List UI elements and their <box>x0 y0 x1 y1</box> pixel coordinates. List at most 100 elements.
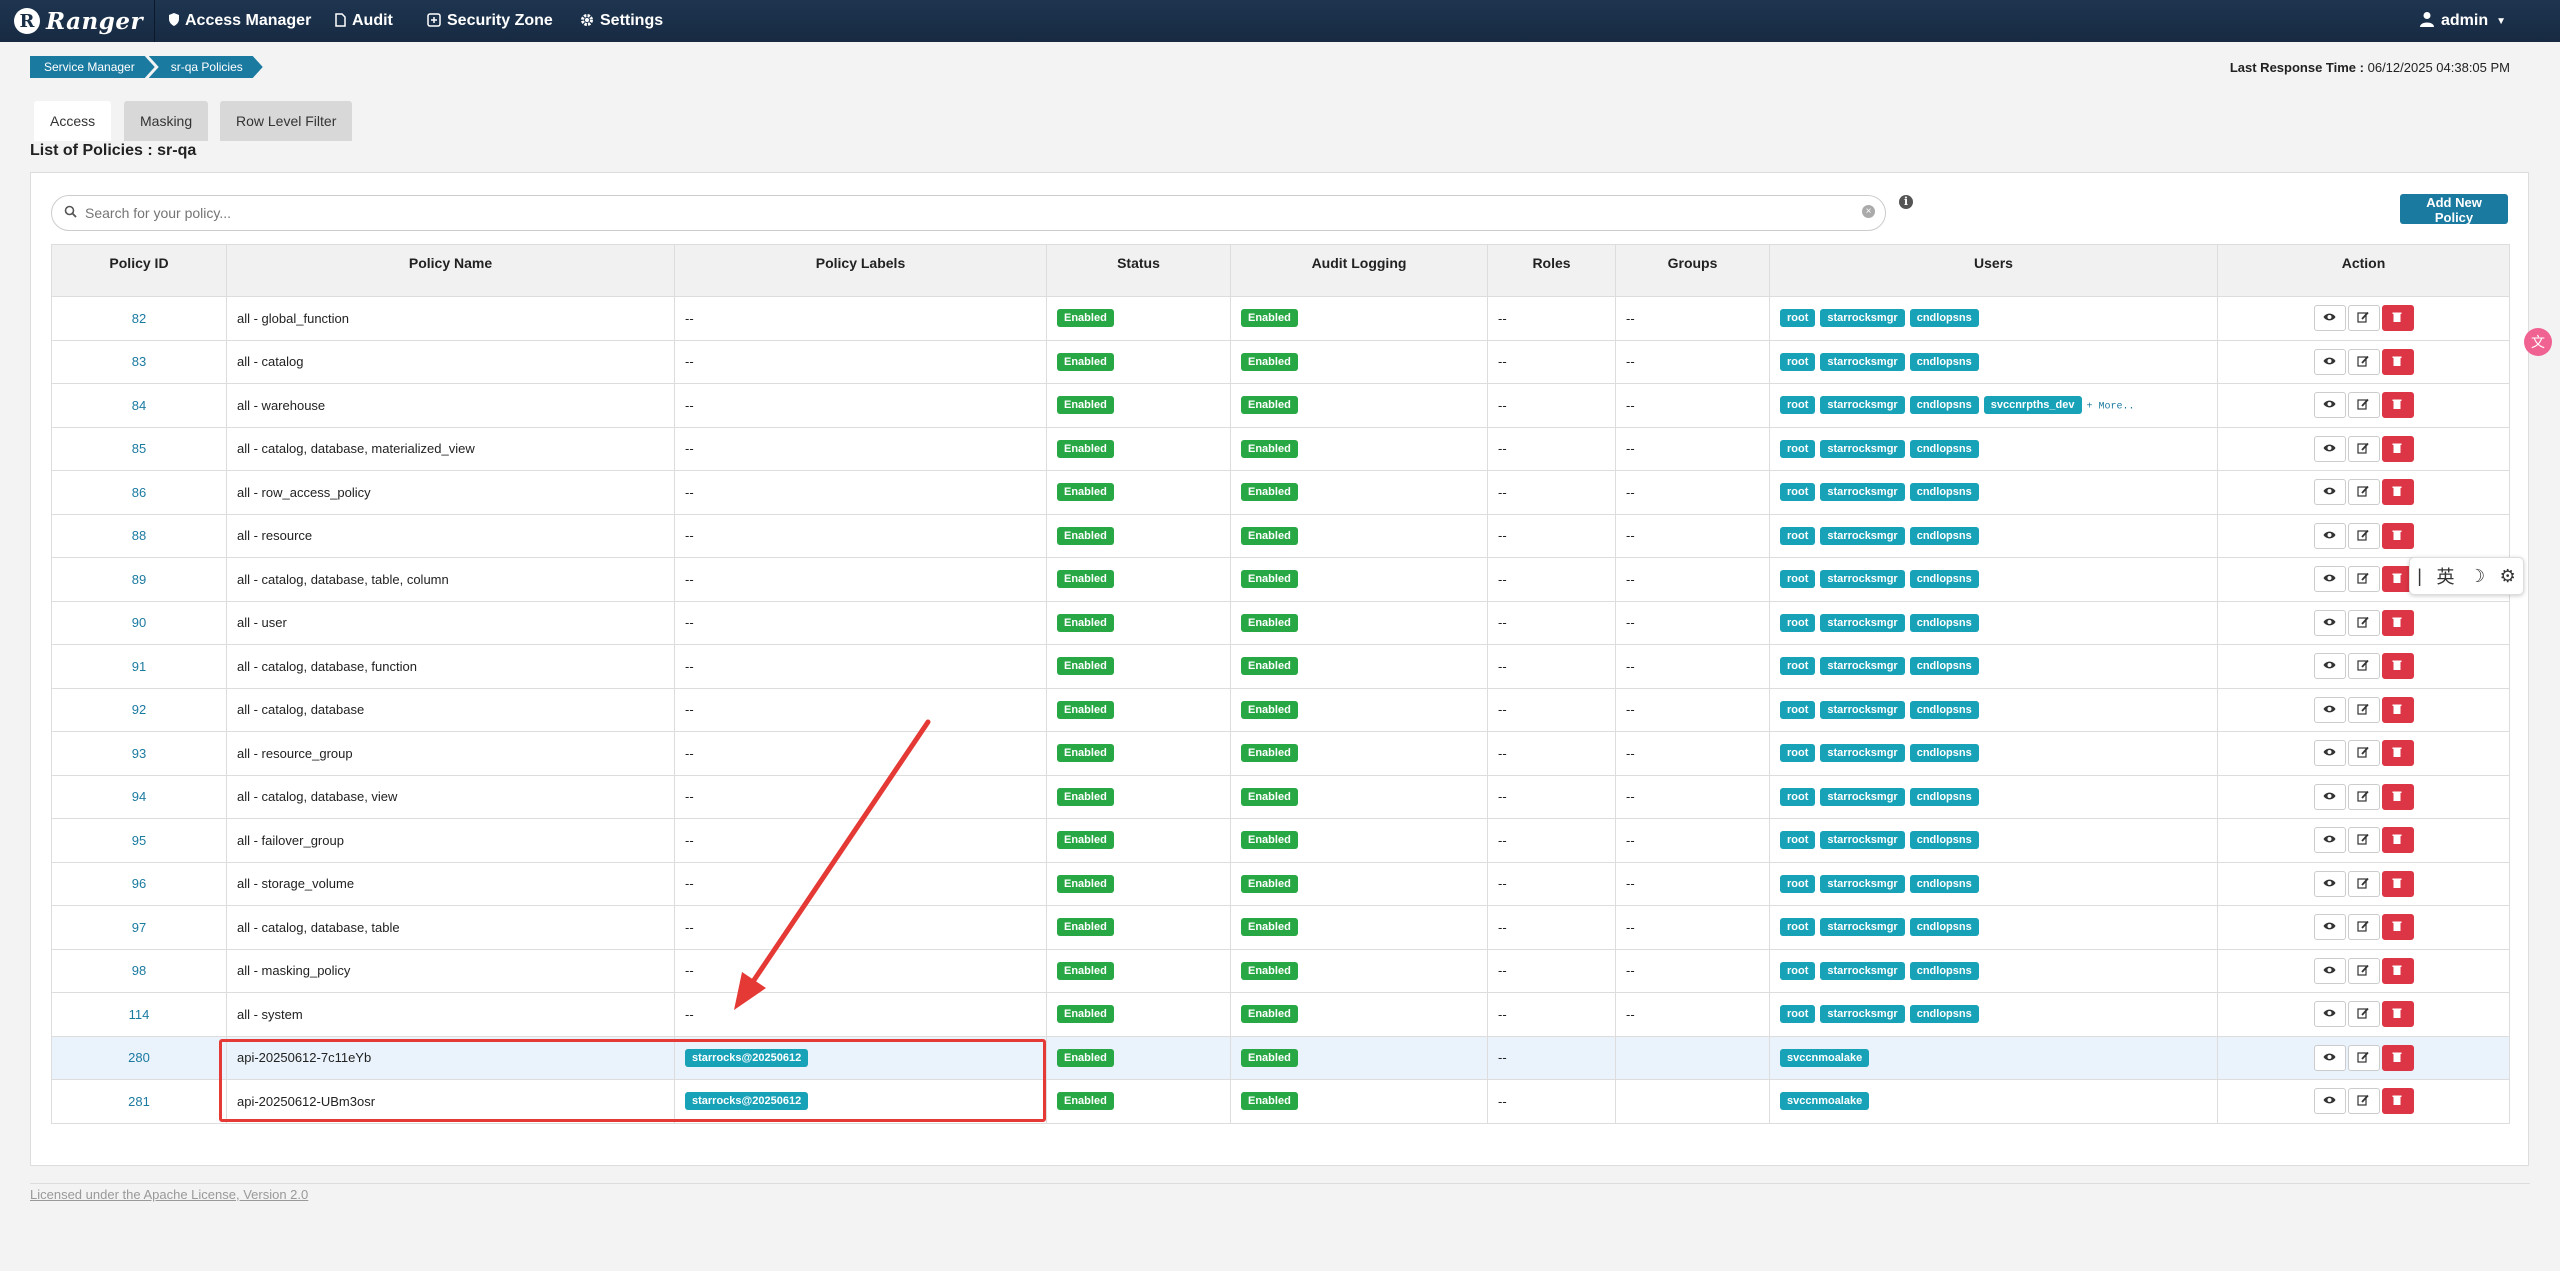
license-link[interactable]: Licensed under the Apache License, Versi… <box>30 1187 308 1202</box>
search-input[interactable] <box>83 204 1847 222</box>
edit-policy-button[interactable] <box>2347 609 2380 636</box>
tab-masking[interactable]: Masking <box>124 101 209 141</box>
policy-id-link[interactable]: 92 <box>51 687 227 732</box>
edit-policy-button[interactable] <box>2347 957 2380 984</box>
policy-id-link[interactable]: 82 <box>51 296 227 341</box>
view-policy-button[interactable] <box>2313 348 2346 375</box>
policy-id-link[interactable]: 97 <box>51 905 227 950</box>
edit-policy-button[interactable] <box>2347 566 2380 593</box>
delete-policy-button[interactable] <box>2381 870 2414 897</box>
delete-policy-button[interactable] <box>2381 740 2414 767</box>
policy-id-link[interactable]: 98 <box>51 948 227 993</box>
ime-language-toggle[interactable]: 英 <box>2436 563 2454 589</box>
ime-cursor-icon[interactable]: | <box>2417 566 2422 587</box>
view-policy-button[interactable] <box>2313 957 2346 984</box>
policy-id-link[interactable]: 281 <box>51 1079 227 1124</box>
view-policy-button[interactable] <box>2313 479 2346 506</box>
ime-gear-icon[interactable]: ⚙ <box>2500 566 2516 587</box>
view-policy-button[interactable] <box>2313 914 2346 941</box>
policy-id-link[interactable]: 91 <box>51 644 227 689</box>
view-policy-button[interactable] <box>2313 1088 2346 1115</box>
policy-id-link[interactable]: 83 <box>51 339 227 384</box>
nav-audit[interactable]: Audit <box>335 0 393 42</box>
edit-policy-button[interactable] <box>2347 435 2380 462</box>
edit-policy-button[interactable] <box>2347 479 2380 506</box>
tab-access[interactable]: Access <box>34 101 112 141</box>
delete-policy-button[interactable] <box>2381 827 2414 854</box>
edit-policy-button[interactable] <box>2347 740 2380 767</box>
edit-policy-button[interactable] <box>2347 348 2380 375</box>
edit-policy-button[interactable] <box>2347 696 2380 723</box>
nav-security-zone[interactable]: Security Zone <box>427 0 553 42</box>
view-policy-button[interactable] <box>2313 609 2346 636</box>
policy-id-link[interactable]: 280 <box>51 1035 227 1080</box>
user-menu[interactable]: admin ▼ <box>2419 0 2506 42</box>
edit-policy-button[interactable] <box>2347 1044 2380 1071</box>
edit-policy-button[interactable] <box>2347 870 2380 897</box>
delete-policy-button[interactable] <box>2381 609 2414 636</box>
view-policy-button[interactable] <box>2313 653 2346 680</box>
delete-policy-button[interactable] <box>2381 435 2414 462</box>
delete-policy-button[interactable] <box>2381 653 2414 680</box>
delete-policy-button[interactable] <box>2381 305 2414 332</box>
view-policy-button[interactable] <box>2313 522 2346 549</box>
view-policy-button[interactable] <box>2313 783 2346 810</box>
search-box[interactable]: × <box>51 195 1886 231</box>
policy-id-link[interactable]: 95 <box>51 818 227 863</box>
edit-policy-button[interactable] <box>2347 827 2380 854</box>
delete-policy-button[interactable] <box>2381 957 2414 984</box>
delete-policy-button[interactable] <box>2381 522 2414 549</box>
policy-id-link[interactable]: 93 <box>51 731 227 776</box>
view-policy-button[interactable] <box>2313 827 2346 854</box>
more-users-link[interactable]: + More.. <box>2087 402 2135 413</box>
view-policy-button[interactable] <box>2313 740 2346 767</box>
view-policy-button[interactable] <box>2313 696 2346 723</box>
info-icon[interactable]: i <box>1899 195 1913 209</box>
edit-policy-button[interactable] <box>2347 653 2380 680</box>
translate-icon[interactable]: 文 <box>2524 328 2552 356</box>
policy-id-link[interactable]: 84 <box>51 383 227 428</box>
delete-policy-button[interactable] <box>2381 348 2414 375</box>
view-policy-button[interactable] <box>2313 435 2346 462</box>
view-policy-button[interactable] <box>2313 1001 2346 1028</box>
policy-id-link[interactable]: 89 <box>51 557 227 602</box>
edit-policy-button[interactable] <box>2347 914 2380 941</box>
brand[interactable]: R Ranger <box>14 4 143 38</box>
delete-policy-button[interactable] <box>2381 696 2414 723</box>
delete-policy-button[interactable] <box>2381 479 2414 506</box>
ime-moon-icon[interactable]: ☽ <box>2469 566 2485 587</box>
policy-id-link[interactable]: 86 <box>51 470 227 515</box>
breadcrumb-policies[interactable]: sr-qa Policies <box>149 56 263 78</box>
delete-policy-button[interactable] <box>2381 1044 2414 1071</box>
policy-id-link[interactable]: 114 <box>51 992 227 1037</box>
delete-policy-button[interactable] <box>2381 1001 2414 1028</box>
edit-policy-button[interactable] <box>2347 1001 2380 1028</box>
breadcrumb-service-manager[interactable]: Service Manager <box>30 56 155 78</box>
view-policy-button[interactable] <box>2313 566 2346 593</box>
policy-id-link[interactable]: 88 <box>51 513 227 558</box>
policy-id-link[interactable]: 94 <box>51 774 227 819</box>
view-policy-button[interactable] <box>2313 870 2346 897</box>
header-policy-id[interactable]: Policy ID <box>51 244 227 297</box>
delete-policy-button[interactable] <box>2381 1088 2414 1115</box>
view-policy-button[interactable] <box>2313 305 2346 332</box>
policy-id-link[interactable]: 96 <box>51 861 227 906</box>
delete-policy-button[interactable] <box>2381 914 2414 941</box>
view-policy-button[interactable] <box>2313 1044 2346 1071</box>
edit-policy-button[interactable] <box>2347 783 2380 810</box>
delete-policy-button[interactable] <box>2381 392 2414 419</box>
policy-id-link[interactable]: 90 <box>51 600 227 645</box>
edit-policy-button[interactable] <box>2347 305 2380 332</box>
policy-id-link[interactable]: 85 <box>51 426 227 471</box>
tab-row-level-filter[interactable]: Row Level Filter <box>220 101 353 141</box>
header-policy-name[interactable]: Policy Name <box>226 244 675 297</box>
edit-policy-button[interactable] <box>2347 1088 2380 1115</box>
clear-search-icon[interactable]: × <box>1862 205 1875 218</box>
edit-policy-button[interactable] <box>2347 392 2380 419</box>
delete-policy-button[interactable] <box>2381 783 2414 810</box>
edit-policy-button[interactable] <box>2347 522 2380 549</box>
add-new-policy-button[interactable]: Add New Policy <box>2400 194 2508 225</box>
nav-access-manager[interactable]: Access Manager <box>169 0 311 42</box>
view-policy-button[interactable] <box>2313 392 2346 419</box>
nav-settings[interactable]: Settings <box>580 0 663 42</box>
